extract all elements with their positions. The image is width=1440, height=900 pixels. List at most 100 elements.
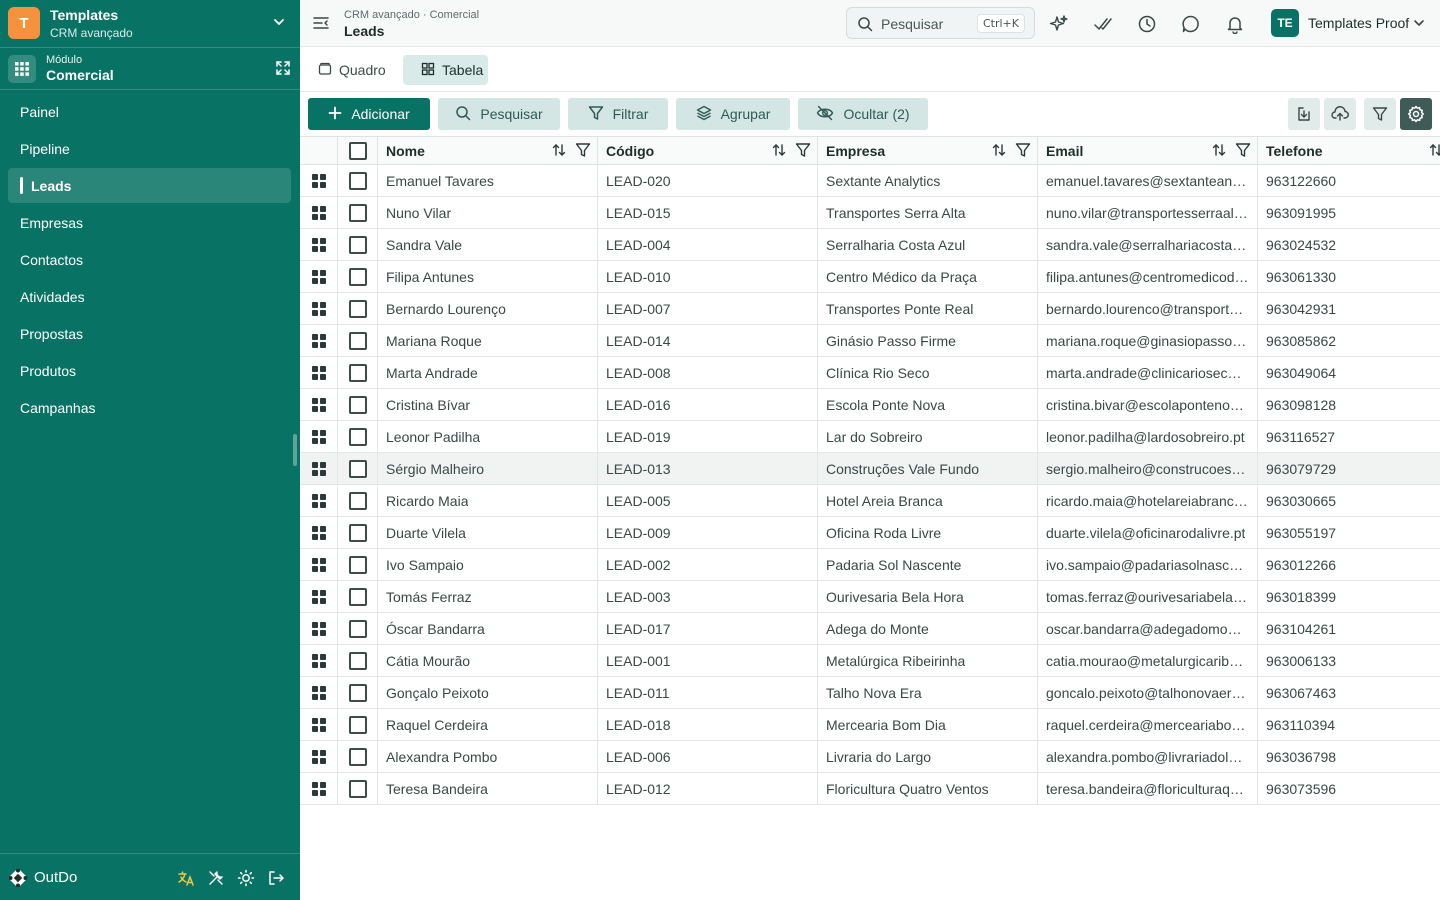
cell-email[interactable]: filipa.antunes@centromedicoda… bbox=[1038, 261, 1258, 292]
module-selector[interactable]: Módulo Comercial bbox=[0, 48, 300, 90]
cloud-upload-icon[interactable] bbox=[1324, 98, 1356, 130]
row-drag-handle-icon[interactable] bbox=[300, 645, 338, 676]
cell-nome[interactable]: Mariana Roque bbox=[378, 325, 598, 356]
cell-empresa[interactable]: Ginásio Passo Firme bbox=[818, 325, 1038, 356]
sidebar-resize-handle[interactable] bbox=[293, 434, 297, 466]
cell-empresa[interactable]: Padaria Sol Nascente bbox=[818, 549, 1038, 580]
sort-icon[interactable] bbox=[1428, 142, 1440, 161]
table-row[interactable]: Cátia Mourão LEAD-001 Metalúrgica Ribeirin… bbox=[300, 645, 1440, 677]
clock-icon[interactable] bbox=[1136, 13, 1158, 35]
table-row[interactable]: Filipa Antunes LEAD-010 Centro Médico da P… bbox=[300, 261, 1440, 293]
cell-telefone[interactable]: 963012266 bbox=[1258, 549, 1440, 580]
cell-empresa[interactable]: Transportes Ponte Real bbox=[818, 293, 1038, 324]
translate-icon[interactable] bbox=[176, 868, 196, 888]
row-drag-handle-icon[interactable] bbox=[300, 613, 338, 644]
row-drag-handle-icon[interactable] bbox=[300, 549, 338, 580]
collapse-sidebar-icon[interactable] bbox=[312, 14, 330, 37]
global-search[interactable]: Pesquisar Ctrl+K bbox=[846, 7, 1035, 39]
cell-telefone[interactable]: 963079729 bbox=[1258, 453, 1440, 484]
row-checkbox[interactable] bbox=[338, 229, 378, 260]
cell-email[interactable]: leonor.padilha@lardosobreiro.pt bbox=[1038, 421, 1258, 452]
cell-empresa[interactable]: Escola Ponte Nova bbox=[818, 389, 1038, 420]
sort-icon[interactable] bbox=[991, 142, 1007, 161]
row-drag-handle-icon[interactable] bbox=[300, 581, 338, 612]
cell-nome[interactable]: Alexandra Pombo bbox=[378, 741, 598, 772]
table-row[interactable]: Leonor Padilha LEAD-019 Lar do Sobreiro leo… bbox=[300, 421, 1440, 453]
row-checkbox[interactable] bbox=[338, 293, 378, 324]
cell-telefone[interactable]: 963091995 bbox=[1258, 197, 1440, 228]
row-drag-handle-icon[interactable] bbox=[300, 709, 338, 740]
cell-codigo[interactable]: LEAD-009 bbox=[598, 517, 818, 548]
cell-nome[interactable]: Óscar Bandarra bbox=[378, 613, 598, 644]
logout-icon[interactable] bbox=[266, 868, 286, 888]
cell-email[interactable]: marta.andrade@clinicarioseco.pt bbox=[1038, 357, 1258, 388]
cell-codigo[interactable]: LEAD-012 bbox=[598, 773, 818, 804]
cell-empresa[interactable]: Adega do Monte bbox=[818, 613, 1038, 644]
table-row[interactable]: Nuno Vilar LEAD-015 Transportes Serra Alta… bbox=[300, 197, 1440, 229]
cell-telefone[interactable]: 963104261 bbox=[1258, 613, 1440, 644]
cell-telefone[interactable]: 963042931 bbox=[1258, 293, 1440, 324]
cell-codigo[interactable]: LEAD-018 bbox=[598, 709, 818, 740]
cell-nome[interactable]: Sandra Vale bbox=[378, 229, 598, 260]
row-drag-handle-icon[interactable] bbox=[300, 453, 338, 484]
table-row[interactable]: Alexandra Pombo LEAD-006 Livraria do Largo… bbox=[300, 741, 1440, 773]
cell-empresa[interactable]: Transportes Serra Alta bbox=[818, 197, 1038, 228]
sort-icon[interactable] bbox=[771, 142, 787, 161]
table-row[interactable]: Tomás Ferraz LEAD-003 Ourivesaria Bela Hor… bbox=[300, 581, 1440, 613]
row-checkbox[interactable] bbox=[338, 581, 378, 612]
filter-button[interactable]: Filtrar bbox=[568, 98, 668, 130]
sidebar-item-painel[interactable]: Painel bbox=[8, 94, 291, 129]
hide-fields-button[interactable]: Ocultar (2) bbox=[798, 98, 928, 130]
table-row[interactable]: Mariana Roque LEAD-014 Ginásio Passo Firme… bbox=[300, 325, 1440, 357]
settings-gear-icon[interactable] bbox=[1400, 98, 1432, 130]
sun-icon[interactable] bbox=[236, 868, 256, 888]
cell-telefone[interactable]: 963049064 bbox=[1258, 357, 1440, 388]
cell-nome[interactable]: Nuno Vilar bbox=[378, 197, 598, 228]
cell-email[interactable]: teresa.bandeira@floriculturaqua… bbox=[1038, 773, 1258, 804]
cell-empresa[interactable]: Livraria do Largo bbox=[818, 741, 1038, 772]
cell-email[interactable]: sergio.malheiro@construcoesva… bbox=[1038, 453, 1258, 484]
table-row[interactable]: Teresa Bandeira LEAD-012 Floricultura Quat… bbox=[300, 773, 1440, 805]
filter-icon[interactable] bbox=[795, 142, 811, 161]
row-checkbox[interactable] bbox=[338, 645, 378, 676]
table-row[interactable]: Ricardo Maia LEAD-005 Hotel Areia Branca ri… bbox=[300, 485, 1440, 517]
row-drag-handle-icon[interactable] bbox=[300, 197, 338, 228]
row-drag-handle-icon[interactable] bbox=[300, 293, 338, 324]
cell-nome[interactable]: Ivo Sampaio bbox=[378, 549, 598, 580]
cell-empresa[interactable]: Floricultura Quatro Ventos bbox=[818, 773, 1038, 804]
search-button[interactable]: Pesquisar bbox=[438, 98, 560, 130]
row-drag-handle-icon[interactable] bbox=[300, 517, 338, 548]
table-row[interactable]: Gonçalo Peixoto LEAD-011 Talho Nova Era gon… bbox=[300, 677, 1440, 709]
row-checkbox[interactable] bbox=[338, 389, 378, 420]
row-drag-handle-icon[interactable] bbox=[300, 485, 338, 516]
table-row[interactable]: Sérgio Malheiro LEAD-013 Construções Vale … bbox=[300, 453, 1440, 485]
cell-email[interactable]: oscar.bandarra@adegadomonte… bbox=[1038, 613, 1258, 644]
cell-email[interactable]: raquel.cerdeira@merceariabom… bbox=[1038, 709, 1258, 740]
row-checkbox[interactable] bbox=[338, 549, 378, 580]
row-checkbox[interactable] bbox=[338, 165, 378, 196]
cell-codigo[interactable]: LEAD-019 bbox=[598, 421, 818, 452]
cell-email[interactable]: cristina.bivar@escolapontenova… bbox=[1038, 389, 1258, 420]
cell-empresa[interactable]: Hotel Areia Branca bbox=[818, 485, 1038, 516]
group-button[interactable]: Agrupar bbox=[676, 98, 790, 130]
cell-nome[interactable]: Emanuel Tavares bbox=[378, 165, 598, 196]
cell-codigo[interactable]: LEAD-006 bbox=[598, 741, 818, 772]
cell-empresa[interactable]: Construções Vale Fundo bbox=[818, 453, 1038, 484]
row-checkbox[interactable] bbox=[338, 325, 378, 356]
cell-nome[interactable]: Cátia Mourão bbox=[378, 645, 598, 676]
table-row[interactable]: Marta Andrade LEAD-008 Clínica Rio Seco mar… bbox=[300, 357, 1440, 389]
workspace-switcher[interactable]: T Templates CRM avançado bbox=[0, 0, 300, 48]
cell-telefone[interactable]: 963061330 bbox=[1258, 261, 1440, 292]
row-drag-handle-icon[interactable] bbox=[300, 229, 338, 260]
row-checkbox[interactable] bbox=[338, 709, 378, 740]
cell-nome[interactable]: Gonçalo Peixoto bbox=[378, 677, 598, 708]
sidebar-item-contactos[interactable]: Contactos bbox=[8, 242, 291, 277]
cell-email[interactable]: mariana.roque@ginasiopassofir… bbox=[1038, 325, 1258, 356]
cell-codigo[interactable]: LEAD-001 bbox=[598, 645, 818, 676]
cell-nome[interactable]: Bernardo Lourenço bbox=[378, 293, 598, 324]
cell-telefone[interactable]: 963110394 bbox=[1258, 709, 1440, 740]
sidebar-item-pipeline[interactable]: Pipeline bbox=[8, 131, 291, 166]
table-row[interactable]: Cristina Bívar LEAD-016 Escola Ponte Nova c… bbox=[300, 389, 1440, 421]
column-header-telefone[interactable]: Telefone bbox=[1258, 137, 1440, 164]
cell-codigo[interactable]: LEAD-004 bbox=[598, 229, 818, 260]
